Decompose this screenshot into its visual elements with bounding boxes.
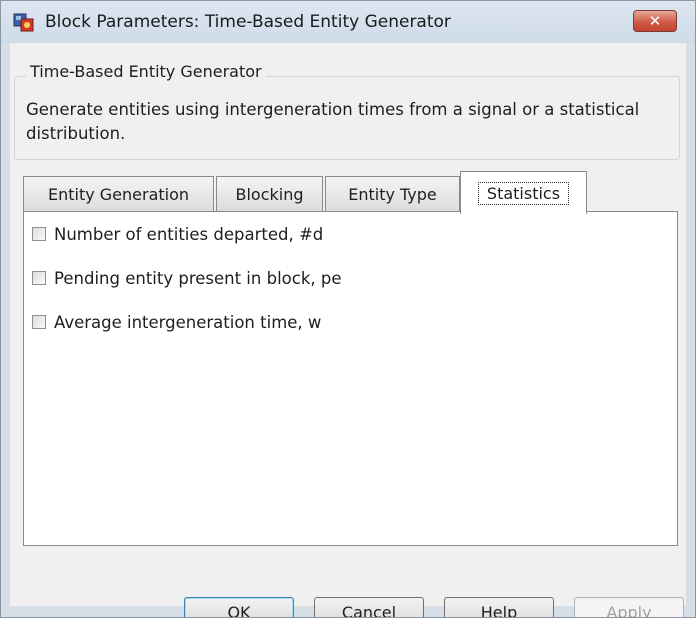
tab-label: Entity Type	[348, 185, 437, 204]
simulink-block-icon	[13, 13, 34, 32]
tab-statistics[interactable]: Statistics	[460, 171, 587, 214]
block-description: Generate entities using intergeneration …	[26, 100, 640, 143]
tab-label: Blocking	[235, 185, 304, 204]
tab-entity-type[interactable]: Entity Type	[325, 176, 460, 212]
ok-button[interactable]: OK	[184, 597, 294, 617]
option-average-intergeneration[interactable]: Average intergeneration time, w	[32, 310, 321, 334]
dialog-body: Time-Based Entity Generator Generate ent…	[10, 43, 686, 617]
tab-label: Statistics	[477, 181, 570, 205]
group-legend: Time-Based Entity Generator	[26, 62, 266, 81]
entities-departed-checkbox[interactable]	[32, 227, 46, 241]
close-icon: ✕	[648, 11, 662, 30]
entities-departed-label: Number of entities departed, #d	[54, 224, 324, 244]
title-bar[interactable]: Block Parameters: Time-Based Entity Gene…	[1, 1, 695, 43]
help-button[interactable]: Help	[444, 597, 554, 617]
apply-button[interactable]: Apply	[574, 597, 684, 617]
tab-label: Entity Generation	[47, 185, 190, 204]
average-intergeneration-label: Average intergeneration time, w	[54, 312, 322, 332]
tab-entity-generation[interactable]: Entity Generation	[23, 176, 214, 212]
cancel-button[interactable]: Cancel	[314, 597, 424, 617]
tab-blocking[interactable]: Blocking	[216, 176, 323, 212]
pending-entity-checkbox[interactable]	[32, 271, 46, 285]
option-pending-entity[interactable]: Pending entity present in block, pe	[32, 266, 342, 290]
dialog-window: Block Parameters: Time-Based Entity Gene…	[0, 0, 696, 618]
close-button[interactable]: ✕	[633, 10, 677, 32]
window-title: Block Parameters: Time-Based Entity Gene…	[45, 12, 451, 32]
pending-entity-label: Pending entity present in block, pe	[54, 268, 342, 288]
average-intergeneration-checkbox[interactable]	[32, 315, 46, 329]
statistics-panel: Number of entities departed, #d Pending …	[23, 211, 678, 546]
option-entities-departed[interactable]: Number of entities departed, #d	[32, 222, 323, 246]
